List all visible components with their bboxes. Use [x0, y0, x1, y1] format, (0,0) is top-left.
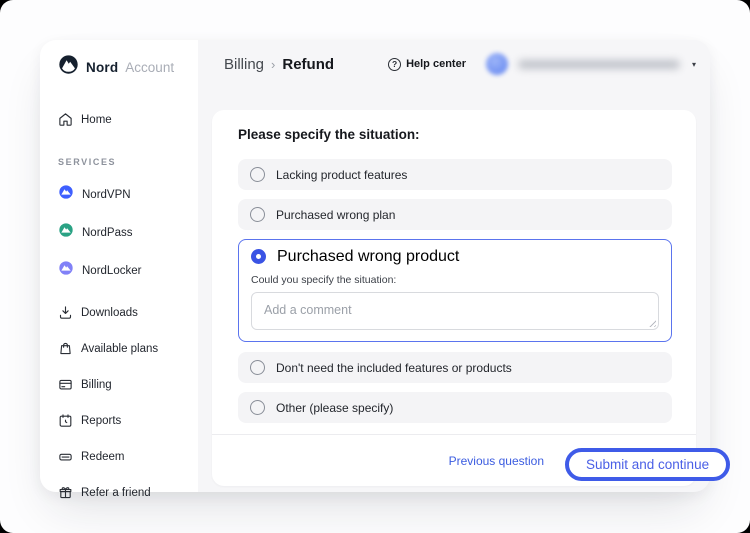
- main-area: Billing › Refund ? Help center ▾ Please …: [198, 40, 710, 492]
- selected-option-header[interactable]: Purchased wrong product: [251, 240, 659, 273]
- nordpass-icon: [58, 222, 74, 243]
- comment-prompt-label: Could you specify the situation:: [251, 274, 659, 286]
- sidebar-item-available-plans[interactable]: Available plans: [58, 341, 188, 356]
- brand-suffix: Account: [125, 60, 174, 75]
- page-background: Nord Account Home SERVICES: [0, 0, 750, 533]
- sidebar-item-redeem[interactable]: Redeem: [58, 449, 188, 464]
- comment-box: [251, 292, 659, 330]
- breadcrumb-billing[interactable]: Billing: [224, 56, 264, 73]
- nordlocker-icon: [58, 260, 74, 281]
- coupon-icon: [58, 449, 73, 464]
- sidebar-item-reports[interactable]: Reports: [58, 413, 188, 428]
- option-label: Don't need the included features or prod…: [276, 361, 512, 375]
- services-list: NordVPN NordPass: [58, 184, 188, 281]
- brand-logo: Nord Account: [58, 54, 188, 80]
- help-center-label: Help center: [406, 58, 466, 70]
- sidebar-item-nordlocker[interactable]: NordLocker: [58, 260, 188, 281]
- radio-option-dont-need-features[interactable]: Don't need the included features or prod…: [238, 352, 672, 383]
- comment-textarea[interactable]: [251, 292, 659, 330]
- radio-icon[interactable]: [250, 167, 265, 182]
- sidebar-item-label: NordLocker: [82, 265, 141, 277]
- sidebar-item-label: Home: [81, 114, 112, 126]
- reports-icon: [58, 413, 73, 428]
- nord-account-window: Nord Account Home SERVICES: [40, 40, 710, 492]
- sidebar-item-label: Available plans: [81, 343, 158, 355]
- top-bar: Billing › Refund ? Help center ▾: [198, 40, 710, 75]
- help-center-button[interactable]: ? Help center: [388, 58, 466, 71]
- option-label: Purchased wrong plan: [276, 208, 395, 222]
- home-icon: [58, 112, 73, 127]
- services-section-label: SERVICES: [58, 157, 188, 167]
- sidebar-item-label: NordVPN: [82, 189, 131, 201]
- utility-list: Downloads Available plans Billing: [58, 305, 188, 500]
- question-mark-icon: ?: [388, 58, 401, 71]
- radio-icon[interactable]: [250, 360, 265, 375]
- sidebar: Nord Account Home SERVICES: [40, 40, 198, 492]
- radio-checked-icon[interactable]: [251, 249, 266, 264]
- credit-card-icon: [58, 377, 73, 392]
- nordvpn-icon: [58, 184, 74, 205]
- option-label: Other (please specify): [276, 401, 393, 415]
- account-menu[interactable]: ▾: [486, 53, 696, 75]
- sidebar-item-label: Redeem: [81, 451, 124, 463]
- nord-logo-icon: [58, 54, 79, 80]
- avatar: [486, 53, 508, 75]
- sidebar-item-label: NordPass: [82, 227, 133, 239]
- previous-question-link[interactable]: Previous question: [449, 454, 544, 468]
- radio-option-lacking-product-features[interactable]: Lacking product features: [238, 159, 672, 190]
- sidebar-item-billing[interactable]: Billing: [58, 377, 188, 392]
- sidebar-item-refer-a-friend[interactable]: Refer a friend: [58, 485, 188, 500]
- gift-icon: [58, 485, 73, 500]
- option-label: Purchased wrong product: [277, 248, 459, 266]
- radio-icon[interactable]: [250, 400, 265, 415]
- sidebar-item-nordvpn[interactable]: NordVPN: [58, 184, 188, 205]
- radio-option-purchased-wrong-product-selected: Purchased wrong product Could you specif…: [238, 239, 672, 342]
- radio-option-purchased-wrong-plan[interactable]: Purchased wrong plan: [238, 199, 672, 230]
- option-label: Lacking product features: [276, 168, 407, 182]
- sidebar-item-home[interactable]: Home: [58, 112, 188, 127]
- sidebar-item-nordpass[interactable]: NordPass: [58, 222, 188, 243]
- sidebar-item-label: Refer a friend: [81, 487, 151, 499]
- sidebar-item-label: Billing: [81, 379, 112, 391]
- download-icon: [58, 305, 73, 320]
- blurred-account-email: [518, 60, 680, 69]
- sidebar-item-label: Downloads: [81, 307, 138, 319]
- breadcrumb-refund: Refund: [282, 56, 334, 73]
- radio-option-other[interactable]: Other (please specify): [238, 392, 672, 423]
- chevron-down-icon: ▾: [692, 60, 696, 69]
- brand-name: Nord: [86, 60, 118, 75]
- sidebar-item-downloads[interactable]: Downloads: [58, 305, 188, 320]
- sidebar-item-label: Reports: [81, 415, 121, 427]
- refund-survey-card: Please specify the situation: Lacking pr…: [212, 110, 696, 486]
- breadcrumb-separator-icon: ›: [271, 57, 275, 72]
- radio-icon[interactable]: [250, 207, 265, 222]
- shopping-bag-icon: [58, 341, 73, 356]
- submit-and-continue-button[interactable]: Submit and continue: [565, 448, 730, 481]
- question-title: Please specify the situation:: [238, 127, 672, 142]
